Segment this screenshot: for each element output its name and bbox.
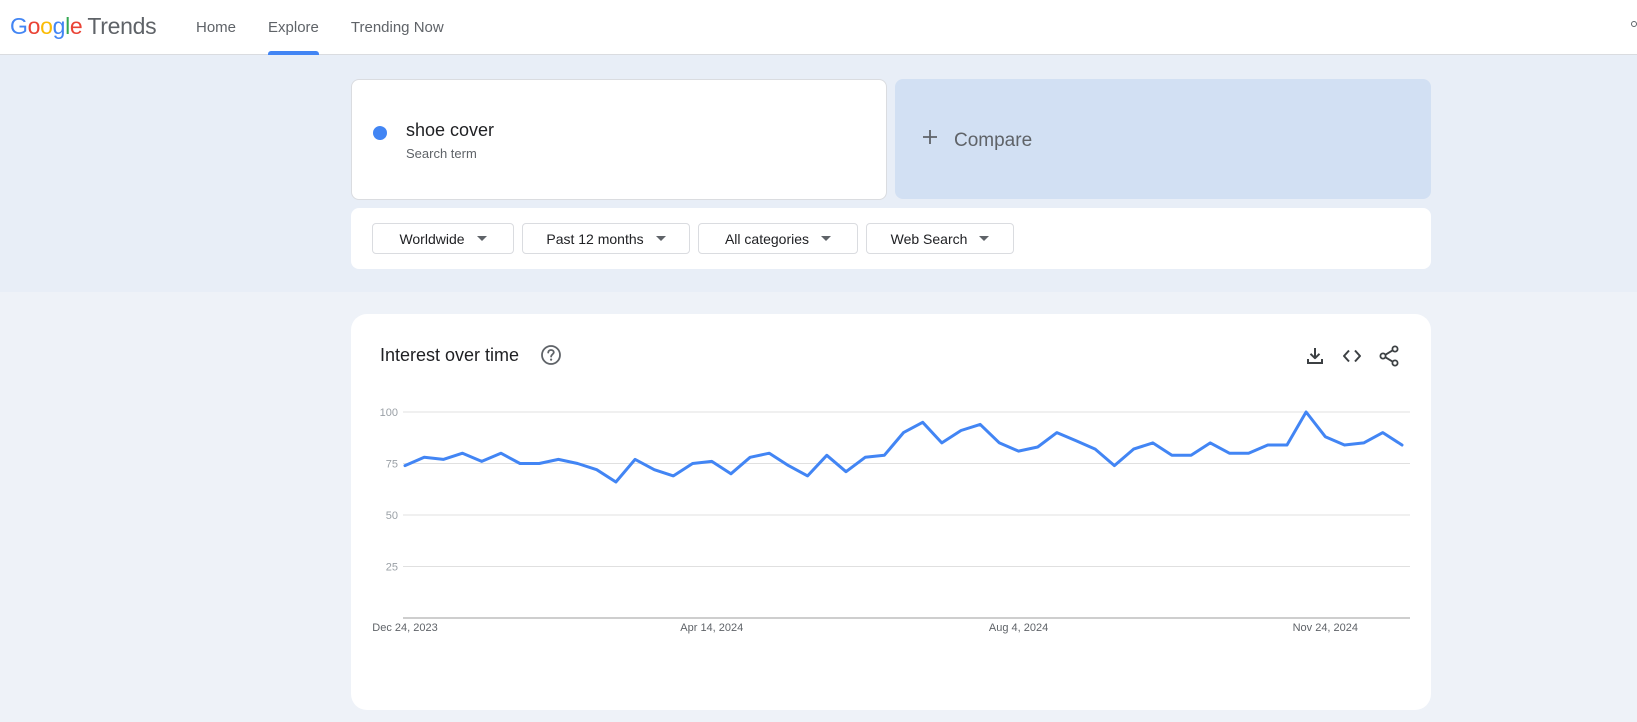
y-tick-label: 100 [380,407,398,419]
caret-down-icon [821,236,832,241]
y-tick-label: 50 [386,510,398,522]
category-filter-label: All categories [724,230,810,247]
logo-letter-g: G [10,13,28,39]
x-tick-label: Dec 24, 2023 [372,622,437,634]
main-nav: Home Explore Trending Now [180,0,460,55]
y-tick-label: 75 [386,459,398,471]
search-term-card[interactable]: shoe cover Search term [351,79,887,200]
logo-letter-o2: o [40,13,53,39]
compare-button[interactable]: Compare [895,79,1431,199]
time-range-filter-label: Past 12 months [546,230,644,247]
embed-code-icon[interactable] [1340,344,1364,368]
logo-letter-e: e [69,13,83,39]
filters-bar: Worldwide Past 12 months All categories … [351,208,1431,269]
nav-home[interactable]: Home [180,0,252,55]
logo-letter-o1: o [27,13,41,39]
x-tick-label: Nov 24, 2024 [1293,622,1358,634]
search-term-name[interactable]: shoe cover [406,120,494,141]
share-icon[interactable] [1377,344,1401,368]
caret-down-icon [655,236,666,241]
caret-down-icon [979,236,990,241]
location-filter-label: Worldwide [399,230,465,247]
logo-product-name: Trends [87,13,157,39]
x-tick-label: Aug 4, 2024 [989,622,1048,634]
search-term-type: Search term [406,146,477,161]
nav-trending-now[interactable]: Trending Now [335,0,460,55]
category-filter[interactable]: All categories [698,223,858,254]
location-filter[interactable]: Worldwide [372,223,514,254]
caret-down-icon [476,236,487,241]
series-line-shoe-cover [403,410,1404,484]
x-tick-label: Apr 14, 2024 [680,622,743,634]
interest-over-time-chart: 25 50 75 100 Dec 24, 2023 Apr 14, 2024 Aug 4, … [372,407,1410,634]
term-color-dot [373,126,387,140]
header-edge-icon[interactable] [1631,21,1637,27]
google-trends-logo[interactable]: Google Trends [10,13,157,40]
top-header: Google Trends Home Explore Trending Now [0,0,1637,55]
nav-explore[interactable]: Explore [252,0,335,55]
logo-letter-g2: g [52,13,66,39]
search-type-filter-label: Web Search [890,230,968,247]
help-icon[interactable] [540,344,562,366]
interest-over-time-card: Interest over time 25 50 75 100 Dec 24, 2023… [351,314,1431,710]
compare-label: Compare [954,130,1033,151]
interest-over-time-title: Interest over time [380,345,520,365]
time-range-filter[interactable]: Past 12 months [522,223,690,254]
search-type-filter[interactable]: Web Search [866,223,1014,254]
download-icon[interactable] [1303,344,1327,368]
y-tick-label: 25 [386,562,398,574]
plus-icon [921,127,939,151]
